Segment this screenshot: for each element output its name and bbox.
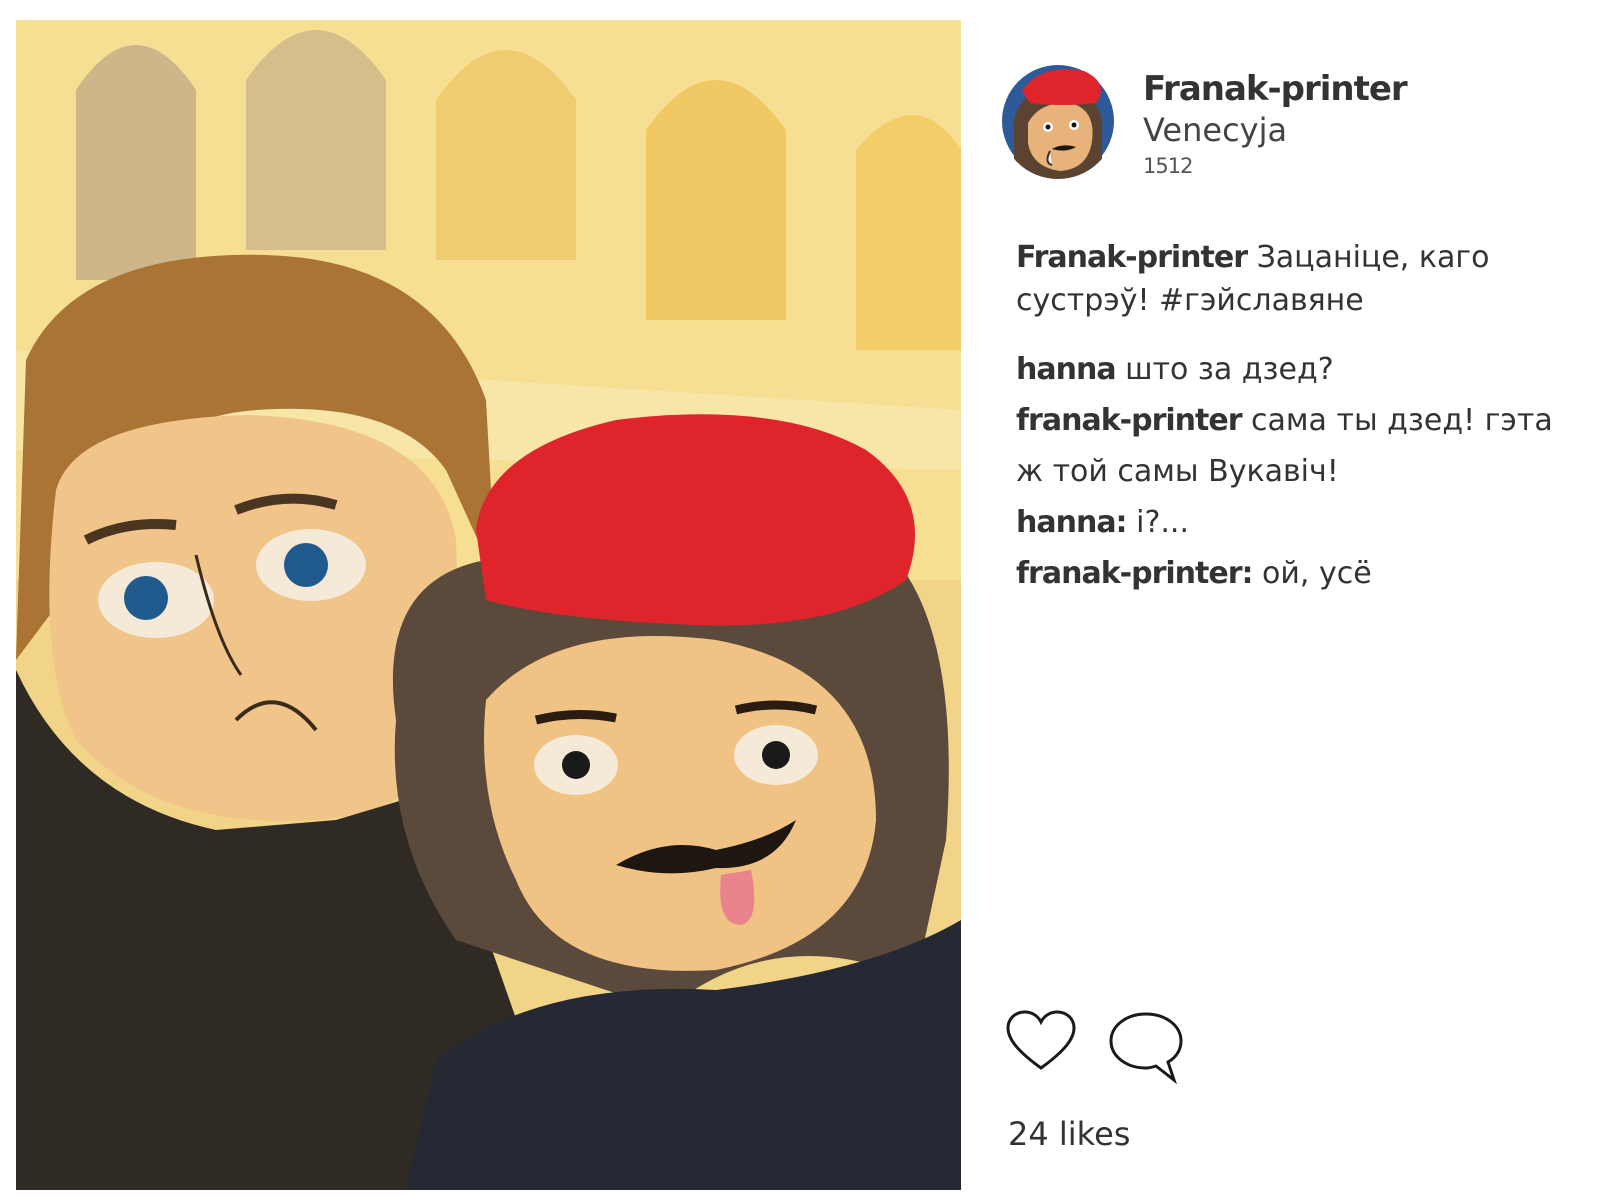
caption: Franak-printer Зацаніце, каго сустрэў! #… (1016, 236, 1576, 322)
comment-author[interactable]: franak-printer: (1016, 556, 1253, 591)
comment-author[interactable]: franak-printer (1016, 403, 1242, 438)
comments-list: hanna што за дзед? franak-printer сама т… (1016, 344, 1576, 599)
comment-author[interactable]: hanna: (1016, 505, 1128, 540)
comment: hanna: і?... (1016, 497, 1576, 548)
post-date: 1512 (1143, 154, 1193, 178)
username[interactable]: Franak-printer (1143, 68, 1408, 110)
comment-text: і?... (1136, 505, 1189, 540)
heart-icon[interactable] (1006, 1010, 1076, 1076)
comment-text: што за дзед? (1125, 352, 1334, 387)
comment: franak-printer сама ты дзед! гэта ж той … (1016, 395, 1576, 497)
likes-count[interactable]: 24 likes (1008, 1115, 1130, 1153)
caption-author[interactable]: Franak-printer (1016, 240, 1248, 275)
avatar[interactable] (1000, 63, 1116, 179)
post-image[interactable] (16, 20, 961, 1190)
post-header: Franak-printer Venecyja 1512 (1143, 68, 1408, 178)
comment-text: ой, усё (1262, 556, 1372, 591)
speech-bubble-icon[interactable] (1108, 1010, 1184, 1090)
location[interactable]: Venecyja (1143, 110, 1407, 150)
comment: franak-printer: ой, усё (1016, 548, 1576, 599)
comment-author[interactable]: hanna (1016, 352, 1117, 387)
comment: hanna што за дзед? (1016, 344, 1576, 395)
